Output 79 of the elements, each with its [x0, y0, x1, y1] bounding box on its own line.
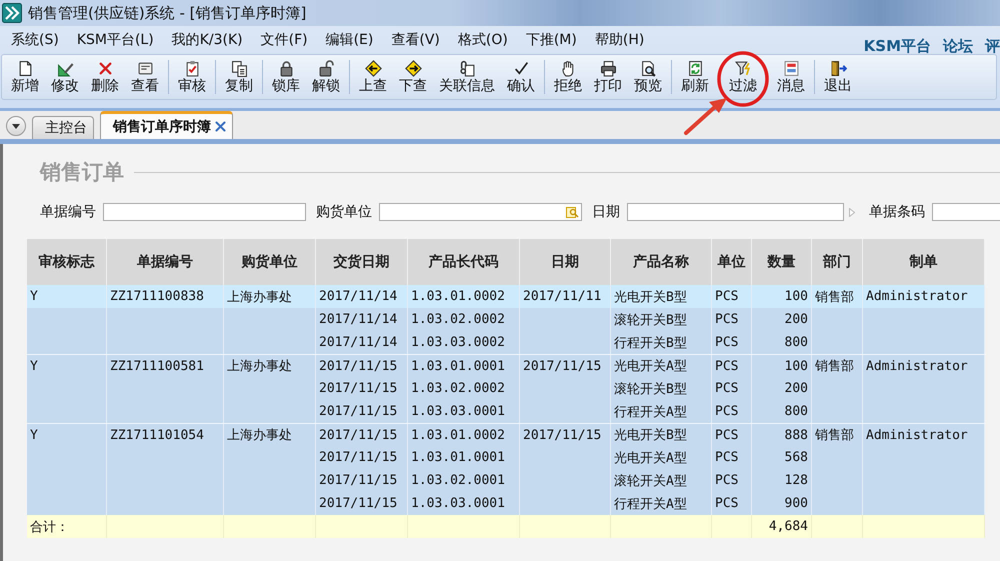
- annotation-arrow: [683, 96, 729, 136]
- input-field[interactable]: [932, 203, 1000, 221]
- door-exit-icon: [830, 60, 846, 76]
- toolbar-button[interactable]: 查看: [125, 60, 165, 94]
- left-arrow-diamond-icon: [364, 60, 382, 76]
- header-link[interactable]: KSM平台: [864, 37, 931, 56]
- clipboard-check-icon: [184, 60, 200, 76]
- toolbar-button[interactable]: 审核: [172, 60, 212, 94]
- input-field[interactable]: [103, 203, 306, 221]
- copy-icon: [230, 60, 248, 76]
- section-title: 销售订单: [40, 159, 124, 186]
- printer-icon: [600, 60, 616, 76]
- toolbar-button[interactable]: 修改: [45, 60, 85, 94]
- table-row[interactable]: 2017/11/15 1.03.02.0001 滚轮开关A型 PCS 128: [27, 469, 985, 492]
- table-row[interactable]: Y ZZ1711100581 上海办事处 2017/11/15 1.03.01.0001 2017/11/15 光电开关A型 PCS 100 销售部 Administrator: [27, 354, 985, 377]
- toolbar-button[interactable]: 删除: [85, 60, 125, 94]
- field-label: 单据编号: [40, 203, 96, 221]
- field-label: 购货单位: [316, 203, 372, 221]
- table-row[interactable]: 2017/11/15 1.03.01.0001 光电开关A型 PCS 568: [27, 446, 985, 469]
- toolbar-button[interactable]: 消息: [771, 60, 811, 94]
- toolbar-button[interactable]: 下查: [393, 60, 433, 94]
- new-page-icon: [16, 60, 34, 76]
- toolbar-button[interactable]: 解锁: [306, 60, 346, 94]
- menu-item[interactable]: 查看(V): [382, 30, 449, 48]
- tab[interactable]: 主控台: [32, 116, 94, 139]
- toolbar-button[interactable]: 关联信息: [433, 60, 501, 94]
- field-label: 日期: [592, 203, 620, 221]
- toolbar-button[interactable]: 新增: [5, 60, 45, 94]
- window-title: 销售管理(供应链)系统 - [销售订单序时簿]: [28, 4, 306, 22]
- toolbar-button[interactable]: 上查: [353, 60, 393, 94]
- toolbar-button[interactable]: 刷新: [675, 60, 715, 94]
- header-link[interactable]: 论坛: [943, 37, 973, 56]
- table-row[interactable]: 2017/11/15 1.03.03.0001 行程开关A型 PCS 900: [27, 492, 985, 515]
- toolbar-button[interactable]: 确认: [501, 60, 541, 94]
- right-arrow-diamond-icon: [404, 60, 422, 76]
- check-icon: [512, 60, 530, 76]
- header-link[interactable]: 评: [985, 37, 1000, 56]
- unlock-icon: [318, 60, 334, 76]
- menu-item[interactable]: 系统(S): [2, 30, 68, 48]
- tab-list-button[interactable]: [6, 116, 26, 136]
- toolbar-button[interactable]: 退出: [818, 60, 858, 94]
- menu-item[interactable]: 我的K/3(K): [162, 30, 252, 48]
- table-row[interactable]: Y ZZ1711100838 上海办事处 2017/11/14 1.03.01.0002 2017/11/11 光电开关B型 PCS 100 销售部 Administrator: [27, 285, 985, 308]
- window-icon: [136, 60, 154, 76]
- close-icon[interactable]: [215, 121, 226, 132]
- table-row[interactable]: Y ZZ1711101054 上海办事处 2017/11/15 1.03.01.0002 2017/11/15 光电开关B型 PCS 888 销售部 Administrator: [27, 423, 985, 446]
- table-row[interactable]: 2017/11/15 1.03.03.0001 行程开关A型 PCS 800: [27, 400, 985, 423]
- field-label: 单据条码: [869, 203, 925, 221]
- lock-icon: [278, 60, 294, 76]
- document-link-icon: [458, 60, 476, 76]
- lookup-icon[interactable]: [566, 206, 579, 218]
- menu-item[interactable]: 下推(M): [516, 30, 586, 48]
- menu-item[interactable]: 格式(O): [448, 30, 517, 48]
- toolbar-button[interactable]: 复制: [219, 60, 259, 94]
- total-value: 4,684: [752, 515, 812, 538]
- menu-item[interactable]: 编辑(E): [316, 30, 382, 48]
- document-search-icon: [640, 60, 656, 76]
- hand-icon: [560, 60, 576, 76]
- caret-down-icon: [12, 124, 20, 128]
- app-logo-icon: [2, 3, 22, 23]
- x-icon: [96, 60, 114, 76]
- menu-item[interactable]: KSM平台(L): [68, 30, 163, 48]
- table-row[interactable]: 2017/11/15 1.03.02.0002 滚轮开关B型 PCS 200: [27, 377, 985, 400]
- table-row[interactable]: 2017/11/14 1.03.02.0002 滚轮开关B型 PCS 200: [27, 308, 985, 331]
- table-row[interactable]: 2017/11/14 1.03.03.0002 行程开关B型 PCS 800: [27, 331, 985, 354]
- refresh-icon: [686, 60, 704, 76]
- total-label: 合计：: [27, 515, 107, 538]
- input-field[interactable]: [379, 203, 582, 221]
- filter-icon: [734, 60, 752, 76]
- toolbar-button[interactable]: 锁库: [266, 60, 306, 94]
- menu-item[interactable]: 文件(F): [252, 30, 317, 48]
- toolbar-button[interactable]: 预览: [628, 60, 668, 94]
- menu-item[interactable]: 帮助(H): [586, 30, 654, 48]
- triangle-right-icon: [849, 208, 855, 216]
- tab[interactable]: 销售订单序时簿: [100, 111, 233, 139]
- panel-icon: [782, 60, 800, 76]
- toolbar-button[interactable]: 打印: [588, 60, 628, 94]
- toolbar-button[interactable]: 拒绝: [548, 60, 588, 94]
- input-field[interactable]: [627, 203, 844, 221]
